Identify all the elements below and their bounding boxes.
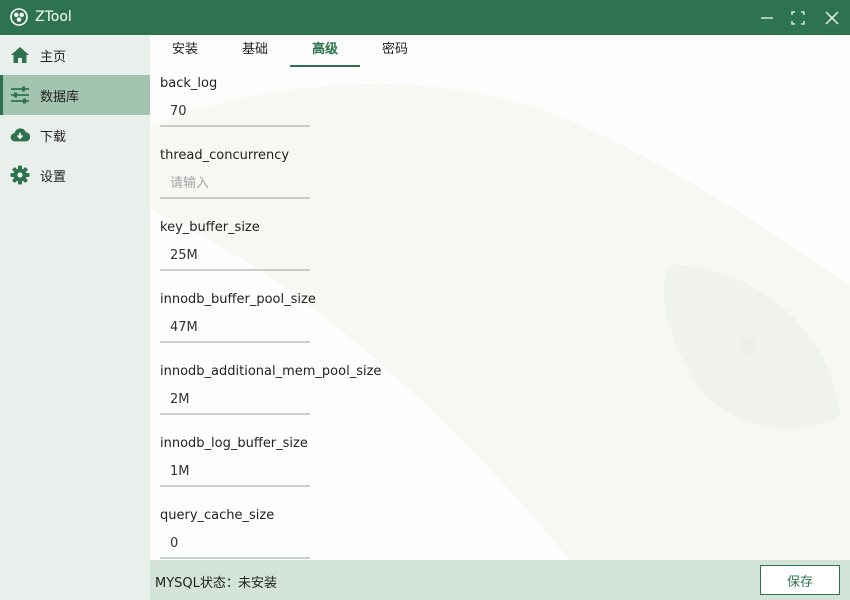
sidebar-item-settings[interactable]: 设置 (0, 155, 150, 195)
back-log-input[interactable] (160, 97, 310, 127)
innodb-buffer-pool-size-input[interactable] (160, 313, 310, 343)
field-label-innodb-buffer-pool-size: innodb_buffer_pool_size (160, 292, 316, 307)
ztool-logo-icon (10, 8, 28, 26)
field-label-back-log: back_log (160, 76, 218, 91)
field-label-innodb-additional-mem-pool-size: innodb_additional_mem_pool_size (160, 364, 382, 379)
main-panel: 安装 基础 高级 密码 back_log thread_concurrency … (150, 35, 850, 560)
innodb-additional-mem-pool-size-input[interactable] (160, 385, 310, 415)
field-label-query-cache-size: query_cache_size (160, 508, 275, 523)
field-label-thread-concurrency: thread_concurrency (160, 148, 290, 163)
minimize-button[interactable] (756, 7, 778, 29)
sidebar-item-download[interactable]: 下载 (0, 115, 150, 155)
tab-install[interactable]: 安装 (150, 35, 220, 67)
tab-advanced[interactable]: 高级 (290, 35, 360, 67)
field-label-key-buffer-size: key_buffer_size (160, 220, 260, 235)
innodb-log-buffer-size-input[interactable] (160, 457, 310, 487)
sliders-icon (10, 85, 30, 105)
sidebar: 主页 数据库 下载 设置 (0, 35, 150, 600)
gear-icon (10, 165, 30, 185)
field-label-innodb-log-buffer-size: innodb_log_buffer_size (160, 436, 308, 451)
home-icon (10, 45, 30, 65)
mysql-status-value: 未安装 (238, 576, 278, 591)
sidebar-item-label: 数据库 (40, 90, 80, 105)
sidebar-item-label: 主页 (40, 50, 67, 65)
status-bar: MYSQL状态： 未安装 保存 (150, 560, 850, 600)
query-cache-size-input[interactable] (160, 529, 310, 559)
maximize-icon (791, 11, 805, 25)
sidebar-item-label: 下载 (40, 130, 67, 145)
tab-bar: 安装 基础 高级 密码 (150, 35, 850, 67)
key-buffer-size-input[interactable] (160, 241, 310, 271)
cloud-download-icon (10, 125, 30, 145)
tab-basic[interactable]: 基础 (220, 35, 290, 67)
maximize-button[interactable] (787, 7, 809, 29)
sidebar-item-database[interactable]: 数据库 (0, 75, 150, 115)
sidebar-item-label: 设置 (40, 170, 67, 185)
app-title: ZTool (35, 9, 72, 25)
minimize-icon (761, 17, 773, 19)
thread-concurrency-input[interactable] (160, 169, 310, 199)
close-button[interactable] (821, 7, 843, 29)
sidebar-item-home[interactable]: 主页 (0, 35, 150, 75)
close-icon (825, 11, 839, 25)
save-button[interactable]: 保存 (760, 565, 840, 595)
tab-password[interactable]: 密码 (360, 35, 430, 67)
title-bar: ZTool (0, 0, 850, 35)
mysql-status-label: MYSQL状态： (155, 576, 239, 591)
